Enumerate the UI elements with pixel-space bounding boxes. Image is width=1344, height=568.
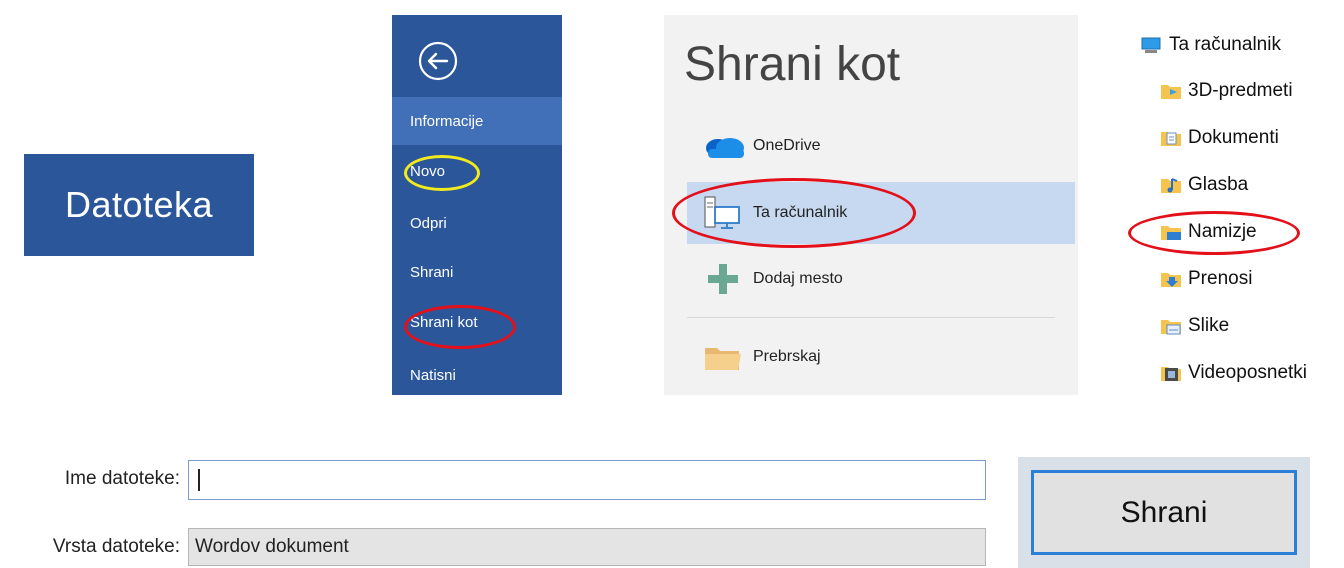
backstage-item-label: Informacije [410, 112, 484, 130]
save-button-label: Shrani [1120, 495, 1208, 529]
backstage-item-label: Natisni [410, 366, 456, 384]
save-button[interactable]: Shrani [1031, 470, 1297, 555]
location-browse[interactable]: Prebrskaj [687, 326, 1075, 388]
downloads-folder-icon [1160, 269, 1182, 289]
this-pc-icon [693, 193, 753, 233]
this-pc-icon [1141, 35, 1163, 55]
file-tab-label: Datoteka [64, 184, 214, 225]
save-button-frame: Shrani [1018, 457, 1310, 568]
backstage-item-odpri[interactable]: Odpri [392, 199, 562, 247]
back-arrow-icon[interactable] [416, 39, 460, 83]
location-label: Ta računalnik [753, 204, 848, 221]
videos-folder-icon [1160, 363, 1182, 383]
filename-label: Ime datoteke: [64, 468, 180, 489]
location-onedrive[interactable]: OneDrive [687, 115, 1075, 177]
documents-folder-icon [1160, 128, 1182, 148]
pictures-folder-icon [1160, 316, 1182, 336]
plus-icon [693, 259, 753, 299]
backstage-sidebar: Informacije Novo Odpri Shrani Shrani kot… [392, 15, 562, 395]
tree-root-this-pc[interactable]: Ta računalnik [1141, 28, 1281, 62]
backstage-item-shrani[interactable]: Shrani [392, 248, 562, 296]
tree-item-pictures[interactable]: Slike [1160, 309, 1229, 343]
tree-item-label: Slike [1188, 315, 1230, 336]
filename-input[interactable] [188, 460, 986, 500]
location-add-place[interactable]: Dodaj mesto [687, 248, 1075, 310]
onedrive-cloud-icon [693, 126, 753, 166]
backstage-item-novo[interactable]: Novo [392, 147, 562, 195]
tree-item-downloads[interactable]: Prenosi [1160, 262, 1252, 296]
tree-item-label: Glasba [1188, 174, 1249, 195]
filetype-select[interactable]: Wordov dokument [188, 528, 986, 566]
location-this-pc[interactable]: Ta računalnik [687, 182, 1075, 244]
backstage-item-label: Shrani [410, 263, 454, 281]
location-label: Dodaj mesto [753, 270, 843, 287]
tree-item-desktop[interactable]: Namizje [1160, 215, 1257, 249]
tree-item-documents[interactable]: Dokumenti [1160, 121, 1279, 155]
tree-item-videos[interactable]: Videoposnetki [1160, 356, 1307, 390]
backstage-item-natisni[interactable]: Natisni [392, 351, 562, 399]
tree-item-label: Prenosi [1188, 268, 1253, 289]
tree-item-label: Dokumenti [1188, 127, 1279, 148]
location-label: OneDrive [753, 137, 821, 154]
backstage-item-shrani-kot[interactable]: Shrani kot [392, 298, 562, 346]
music-folder-icon [1160, 175, 1182, 195]
tree-item-3d-objects[interactable]: 3D-predmeti [1160, 74, 1293, 108]
save-as-panel: Shrani kot OneDrive Ta računalnik Dodaj … [664, 15, 1078, 395]
backstage-item-label: Shrani kot [410, 313, 478, 331]
tree-item-label: 3D-predmeti [1188, 80, 1293, 101]
backstage-item-informacije[interactable]: Informacije [392, 97, 562, 145]
3d-objects-folder-icon [1160, 81, 1182, 101]
backstage-item-label: Odpri [410, 214, 447, 232]
tree-item-label: Ta računalnik [1169, 34, 1281, 55]
filetype-value: Wordov dokument [195, 536, 349, 557]
desktop-folder-icon [1160, 222, 1182, 242]
divider [687, 317, 1055, 318]
backstage-item-label: Novo [410, 162, 446, 180]
save-as-title: Shrani kot [684, 38, 901, 91]
tree-item-music[interactable]: Glasba [1160, 168, 1248, 202]
file-tab[interactable]: Datoteka [24, 154, 254, 256]
filetype-label: Vrsta datoteke: [52, 536, 180, 557]
tree-item-label: Namizje [1188, 221, 1257, 242]
text-caret [198, 469, 200, 491]
location-label: Prebrskaj [753, 348, 821, 365]
tree-item-label: Videoposnetki [1188, 362, 1308, 383]
folder-icon [693, 337, 753, 377]
